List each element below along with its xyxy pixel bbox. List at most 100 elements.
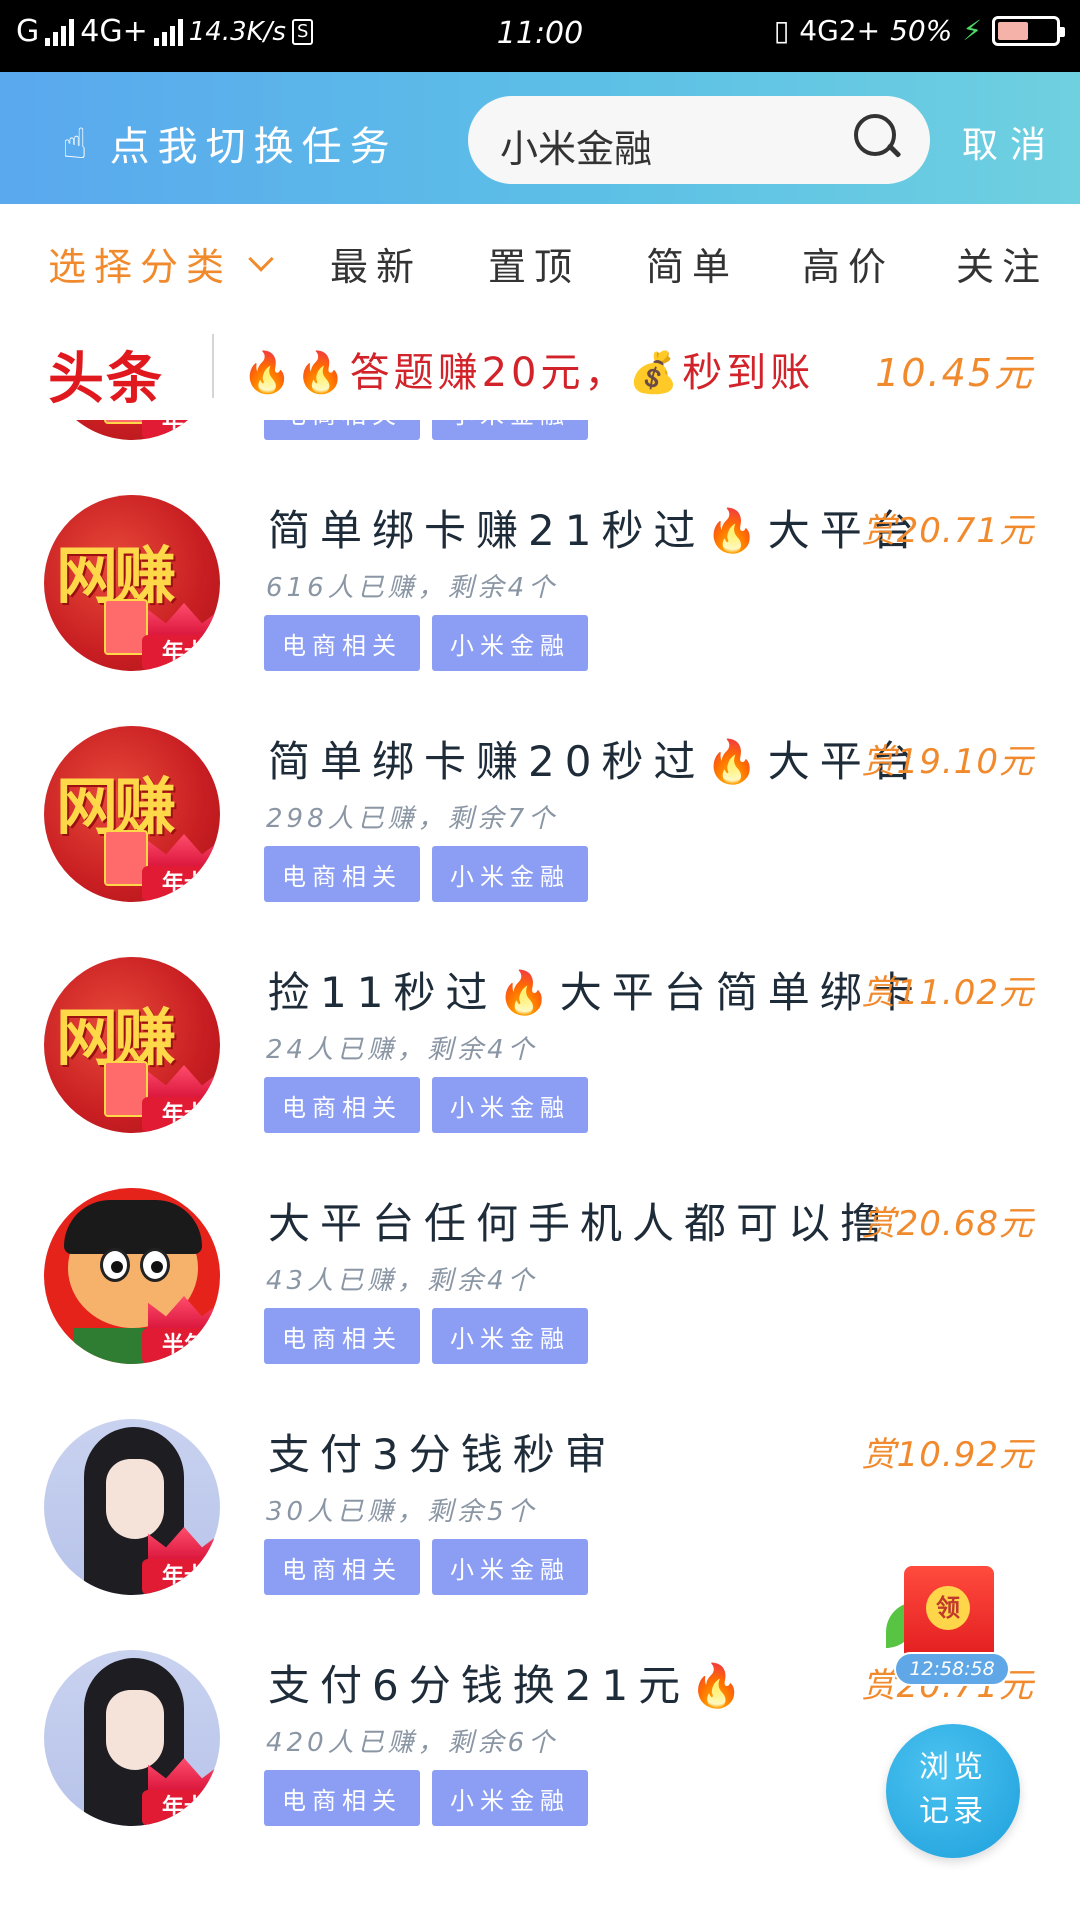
tag-ecommerce: 电商相关 [264,846,420,902]
tab-pinned[interactable]: 置顶 [488,236,580,291]
search-box[interactable]: 小米金融 [468,96,930,184]
task-list[interactable]: 网赚 年卡 电商相关 小米金融 网赚 年卡 简单绑卡赚21秒过🔥大平台 赏20.… [0,420,1080,1920]
task-meta: 616人已赚，剩余4个 [266,573,559,603]
task-title: 支付6分钱换21元🔥 [268,1661,753,1710]
headline-price: 10.45元 [875,351,1034,395]
avatar: 年卡 [44,1419,220,1595]
switch-task-label: 点我切换任务 [109,124,398,170]
task-reward: 赏20.68元 [861,1204,1034,1244]
tag-xiaomi-finance: 小米金融 [432,1770,588,1826]
filter-bar: 选择分类 最新 置顶 简单 高价 关注 [0,204,1080,310]
list-item[interactable]: 网赚 年卡 捡11秒过🔥大平台简单绑卡 赏11.02元 24人已赚，剩余4个 电… [0,945,1080,1176]
task-meta: 30人已赚，剩余5个 [266,1497,538,1527]
search-input[interactable]: 小米金融 [500,118,652,173]
tab-simple[interactable]: 简单 [646,236,738,291]
red-packet-button[interactable]: 领 12:58:58 [886,1562,1016,1690]
member-badge: 年卡 [142,635,220,671]
crown-badge-icon: 年卡 [142,834,220,902]
tag-ecommerce: 电商相关 [264,1308,420,1364]
tab-high-price[interactable]: 高价 [802,236,894,291]
avatar: 网赚 年卡 [44,495,220,671]
history-button[interactable]: 浏览 记录 [886,1724,1020,1858]
switch-task-button[interactable]: ☝ 点我切换任务 [62,114,398,172]
tag-xiaomi-finance: 小米金融 [432,420,588,440]
tag-group: 电商相关 小米金融 [264,615,588,671]
tag-xiaomi-finance: 小米金融 [432,1077,588,1133]
member-badge: 年卡 [142,1559,220,1595]
task-reward: 赏19.10元 [861,742,1034,782]
task-meta: 298人已赚，剩余7个 [266,804,559,834]
history-label-line2: 记录 [919,1794,987,1829]
tag-group: 电商相关 小米金融 [264,1077,588,1133]
task-reward: 赏11.02元 [861,973,1034,1013]
status-bar: G 4G+ 14.3K/s S 11:00 ▯ 4G2+ 50% ⚡ [0,0,1080,72]
avatar: 年卡 [44,1650,220,1826]
tag-group: 电商相关 小米金融 [264,1308,588,1364]
cartoon-hair [64,1200,202,1254]
battery-percent: 50% [890,14,953,47]
battery-icon [992,15,1065,46]
crown-badge-icon: 年卡 [142,1758,220,1826]
task-title: 支付3分钱秒审 [268,1430,617,1479]
list-item[interactable]: 半年 大平台任何手机人都可以撸 赏20.68元 43人已赚，剩余4个 电商相关 … [0,1176,1080,1407]
list-item[interactable]: 网赚 年卡 简单绑卡赚21秒过🔥大平台 赏20.71元 616人已赚，剩余4个 … [0,483,1080,714]
tag-ecommerce: 电商相关 [264,1770,420,1826]
tag-xiaomi-finance: 小米金融 [432,846,588,902]
tag-xiaomi-finance: 小米金融 [432,1539,588,1595]
member-badge: 半年 [142,1328,220,1364]
avatar: 网赚 年卡 [44,420,220,440]
task-meta: 24人已赚，剩余4个 [266,1035,538,1065]
member-badge: 年卡 [142,420,220,440]
member-badge: 年卡 [142,1097,220,1133]
tag-xiaomi-finance: 小米金融 [432,1308,588,1364]
cancel-button[interactable]: 取消 [962,116,1058,168]
tag-ecommerce: 电商相关 [264,1539,420,1595]
member-badge: 年卡 [142,1790,220,1826]
task-title: 捡11秒过🔥大平台简单绑卡 [268,968,924,1017]
hand-pointer-icon: ☝ [62,118,96,168]
task-title: 简单绑卡赚20秒过🔥大平台 [268,737,924,786]
tag-ecommerce: 电商相关 [264,420,420,440]
task-title: 简单绑卡赚21秒过🔥大平台 [268,506,924,555]
headline-logo: 头条 [48,347,164,412]
headline-text[interactable]: 🔥🔥答题赚20元，💰秒到账 [242,340,814,398]
countdown-timer: 12:58:58 [894,1652,1010,1686]
network-label-2: 4G2+ [799,14,881,47]
list-item[interactable]: 网赚 年卡 电商相关 小米金融 [0,420,1080,483]
avatar: 网赚 年卡 [44,726,220,902]
category-dropdown[interactable]: 选择分类 [48,236,274,291]
charging-icon: ⚡ [962,14,982,47]
task-reward: 赏10.92元 [861,1435,1034,1475]
crown-badge-icon: 年卡 [142,603,220,671]
avatar: 网赚 年卡 [44,957,220,1133]
divider [212,334,214,398]
history-label-line1: 浏览 [919,1750,987,1785]
category-label: 选择分类 [48,245,233,289]
tag-group: 电商相关 小米金融 [264,1770,588,1826]
list-item[interactable]: 网赚 年卡 简单绑卡赚20秒过🔥大平台 赏19.10元 298人已赚，剩余7个 … [0,714,1080,945]
task-title: 大平台任何手机人都可以撸 [268,1199,893,1248]
member-badge: 年卡 [142,866,220,902]
vibrate-icon: ▯ [773,14,790,47]
tag-ecommerce: 电商相关 [264,1077,420,1133]
status-right: ▯ 4G2+ 50% ⚡ [773,14,1065,47]
chevron-down-icon [248,245,274,272]
task-reward: 赏20.71元 [861,511,1034,551]
headline-banner[interactable]: 头条 🔥🔥答题赚20元，💰秒到账 10.45元 [0,312,1080,416]
eye-icon [140,1248,170,1282]
tab-follow[interactable]: 关注 [956,236,1048,291]
search-icon[interactable] [854,114,904,164]
tag-xiaomi-finance: 小米金融 [432,615,588,671]
tab-newest[interactable]: 最新 [330,236,422,291]
crown-badge-icon: 年卡 [142,420,220,440]
task-meta: 420人已赚，剩余6个 [266,1728,559,1758]
eye-icon [100,1248,130,1282]
coin-icon: 领 [926,1586,970,1630]
tag-group: 电商相关 小米金融 [264,846,588,902]
avatar: 半年 [44,1188,220,1364]
tag-group: 电商相关 小米金融 [264,1539,588,1595]
task-meta: 43人已赚，剩余4个 [266,1266,538,1296]
header: ☝ 点我切换任务 小米金融 取消 [0,72,1080,204]
crown-badge-icon: 年卡 [142,1527,220,1595]
crown-badge-icon: 半年 [142,1296,220,1364]
